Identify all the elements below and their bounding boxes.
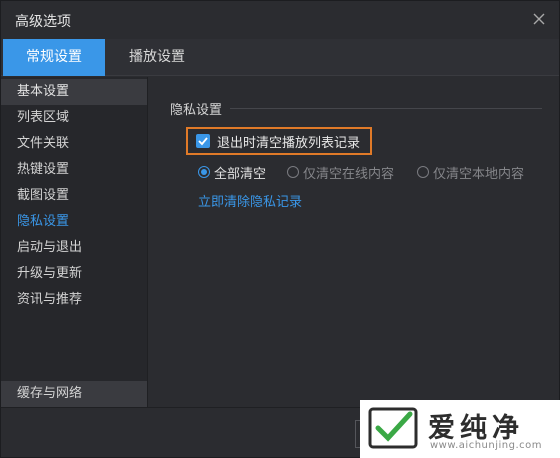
sidebar-item-screenshot[interactable]: 截图设置 <box>1 183 147 209</box>
radio-clear-all-label[interactable]: 全部清空 <box>214 163 266 182</box>
clear-on-exit-checkbox[interactable] <box>196 134 210 148</box>
sidebar-item-cache-network[interactable]: 缓存与网络 <box>1 381 147 407</box>
clear-on-exit-label[interactable]: 退出时清空播放列表记录 <box>217 132 360 151</box>
section-divider <box>230 108 542 109</box>
tab-bar: 常规设置 播放设置 <box>1 39 559 76</box>
watermark-logo-icon <box>368 406 420 452</box>
watermark: 爱纯净 www.aichunjing.com <box>360 400 560 458</box>
tab-general-settings[interactable]: 常规设置 <box>3 39 105 76</box>
radio-clear-online[interactable] <box>287 166 299 178</box>
sidebar-item-list-area[interactable]: 列表区域 <box>1 105 147 131</box>
watermark-url: www.aichunjing.com <box>430 440 542 451</box>
radio-clear-online-label[interactable]: 仅清空在线内容 <box>303 163 394 182</box>
tab-playback-settings[interactable]: 播放设置 <box>105 39 209 76</box>
sidebar-item-file-association[interactable]: 文件关联 <box>1 131 147 157</box>
title-bar: 高级选项 <box>1 1 559 39</box>
clear-privacy-now-link[interactable]: 立即清除隐私记录 <box>198 191 302 210</box>
sidebar-item-privacy[interactable]: 隐私设置 <box>1 209 147 235</box>
sidebar-item-upgrade[interactable]: 升级与更新 <box>1 261 147 287</box>
sidebar-item-startup-exit[interactable]: 启动与退出 <box>1 235 147 261</box>
sidebar-item-basic[interactable]: 基本设置 <box>1 79 147 105</box>
close-icon[interactable] <box>529 9 549 29</box>
privacy-settings-panel: 隐私设置 退出时清空播放列表记录 全部清空 仅清空在线内容 仅清空本地内容 立即… <box>148 77 559 407</box>
radio-clear-local[interactable] <box>417 166 429 178</box>
settings-sidebar: 基本设置 列表区域 文件关联 热键设置 截图设置 隐私设置 启动与退出 升级与更… <box>1 77 147 407</box>
section-title: 隐私设置 <box>170 103 223 118</box>
radio-clear-local-label[interactable]: 仅清空本地内容 <box>433 163 524 182</box>
dialog-title: 高级选项 <box>15 14 71 30</box>
advanced-options-dialog: 高级选项 常规设置 播放设置 基本设置 列表区域 文件关联 热键设置 截图设置 … <box>0 0 560 458</box>
radio-clear-all[interactable] <box>198 166 210 178</box>
sidebar-item-news[interactable]: 资讯与推荐 <box>1 287 147 313</box>
sidebar-item-hotkeys[interactable]: 热键设置 <box>1 157 147 183</box>
